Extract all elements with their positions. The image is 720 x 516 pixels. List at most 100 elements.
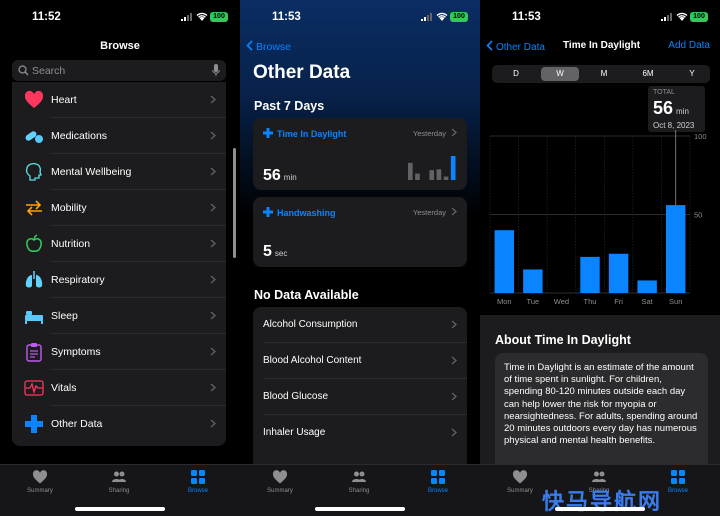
chevron-right-icon [451,207,457,216]
back-button[interactable]: Other Data [486,40,545,53]
card-timestamp: Yesterday [412,208,446,217]
wifi-icon [196,12,208,21]
mini-bar-chart [408,156,456,180]
category-respiratory[interactable]: Respiratory [12,262,226,298]
card-time-in-daylight[interactable]: Time In Daylight Yesterday 56 min [253,118,467,190]
tab-label: Summary [267,488,293,494]
heart-icon [32,470,48,484]
range-option-m[interactable]: M [585,67,623,81]
people-icon [112,471,126,482]
plus-icon [263,207,273,217]
about-section: About Time In Daylight Time in Daylight … [480,315,720,465]
category-nutrition[interactable]: Nutrition [12,226,226,262]
scrollbar[interactable] [233,148,236,258]
page-title: Other Data [253,62,351,83]
browse-panel: 11:52 100 Browse Search Heart Medication… [0,0,240,516]
card-value: 56 min [263,167,297,185]
category-vitals[interactable]: Vitals [12,370,226,406]
tab-summary[interactable]: Summary [250,469,310,494]
card-number: 56 [263,167,281,184]
category-label: Vitals [51,382,77,394]
tab-sharing[interactable]: Sharing [329,469,389,494]
tooltip-label: TOTAL [653,89,675,96]
chevron-right-icon [210,131,216,140]
time-in-daylight-panel: 11:53 100 Other Data Time In Daylight Ad… [480,0,720,516]
people-icon [352,471,366,482]
grid-icon [191,470,205,484]
range-option-d[interactable]: D [497,67,535,81]
category-label: Mobility [51,202,87,214]
chevron-right-icon [210,419,216,428]
bar [494,230,514,293]
category-medications[interactable]: Medications [12,118,226,154]
battery-indicator: 100 [450,12,468,22]
tab-label: Sharing [108,488,130,494]
apple-icon [26,234,42,252]
card-handwashing[interactable]: Handwashing Yesterday 5 sec [253,197,467,267]
list-item[interactable]: Alcohol Consumption [253,307,467,343]
tab-browse[interactable]: Browse [408,469,468,494]
people-icon [592,471,606,482]
daylight-bar-chart[interactable]: 50 100 Mon Tue Wed Thu Fri Sat Sun [480,130,720,315]
category-label: Sleep [51,310,78,322]
back-label: Other Data [496,42,545,53]
list-item[interactable]: Blood Glucose [253,379,467,415]
range-option-y[interactable]: Y [673,67,711,81]
chevron-right-icon [210,95,216,104]
category-sleep[interactable]: Sleep [12,298,226,334]
bar [637,280,657,293]
category-mental-wellbeing[interactable]: Mental Wellbeing [12,154,226,190]
list-item[interactable]: Blood Alcohol Content [253,343,467,379]
search-bar[interactable]: Search [12,60,226,81]
status-time: 11:53 [272,11,301,23]
tooltip-value: 56 min [653,98,689,119]
mini-bar [450,156,456,180]
range-option-6m[interactable]: 6M [629,67,667,81]
category-symptoms[interactable]: Symptoms [12,334,226,370]
clipboard-icon [26,343,42,362]
bed-icon [25,311,43,324]
chevron-right-icon [210,311,216,320]
tab-summary[interactable]: Summary [490,469,550,494]
range-option-w[interactable]: W [541,67,579,81]
category-other-data[interactable]: Other Data [12,406,226,442]
status-bar: 11:53 100 [240,0,480,34]
tooltip-number: 56 [653,98,674,118]
back-button[interactable]: Browse [246,40,291,53]
status-bar: 11:52 100 [0,0,240,34]
tab-sharing[interactable]: Sharing [89,469,149,494]
section-header: No Data Available [254,288,359,302]
tab-browse[interactable]: Browse [168,469,228,494]
tab-summary[interactable]: Summary [10,469,70,494]
mini-bar [429,170,435,180]
signal-icon [181,13,192,21]
home-indicator [555,507,645,511]
chevron-left-icon [486,40,493,51]
category-label: Heart [51,94,77,106]
plus-icon [263,128,273,138]
battery-indicator: 100 [690,12,708,22]
about-box: Time in Daylight is an estimate of the a… [495,353,708,465]
range-segmented-control: D W M 6M Y [492,65,710,83]
tooltip-date: Oct 8, 2023 [653,121,695,130]
chevron-left-icon [246,40,253,51]
chevron-right-icon [451,128,457,137]
list-item-label: Blood Alcohol Content [263,355,362,366]
add-data-button[interactable]: Add Data [668,40,710,51]
bar [580,256,600,293]
no-data-list: Alcohol Consumption Blood Alcohol Conten… [253,307,467,467]
chevron-right-icon [451,320,457,329]
tab-label: Sharing [348,488,370,494]
search-input[interactable]: Search [32,65,65,77]
mini-bar [408,162,413,180]
mini-bar [415,173,420,180]
category-heart[interactable]: Heart [12,82,226,118]
back-label: Browse [256,41,292,53]
heart-icon [24,90,44,108]
microphone-icon[interactable] [212,64,220,77]
list-item[interactable]: Inhaler Usage [253,415,467,451]
mini-bar [443,176,449,180]
category-label: Symptoms [51,346,101,358]
status-bar: 11:53 100 [480,0,720,34]
category-mobility[interactable]: Mobility [12,190,226,226]
